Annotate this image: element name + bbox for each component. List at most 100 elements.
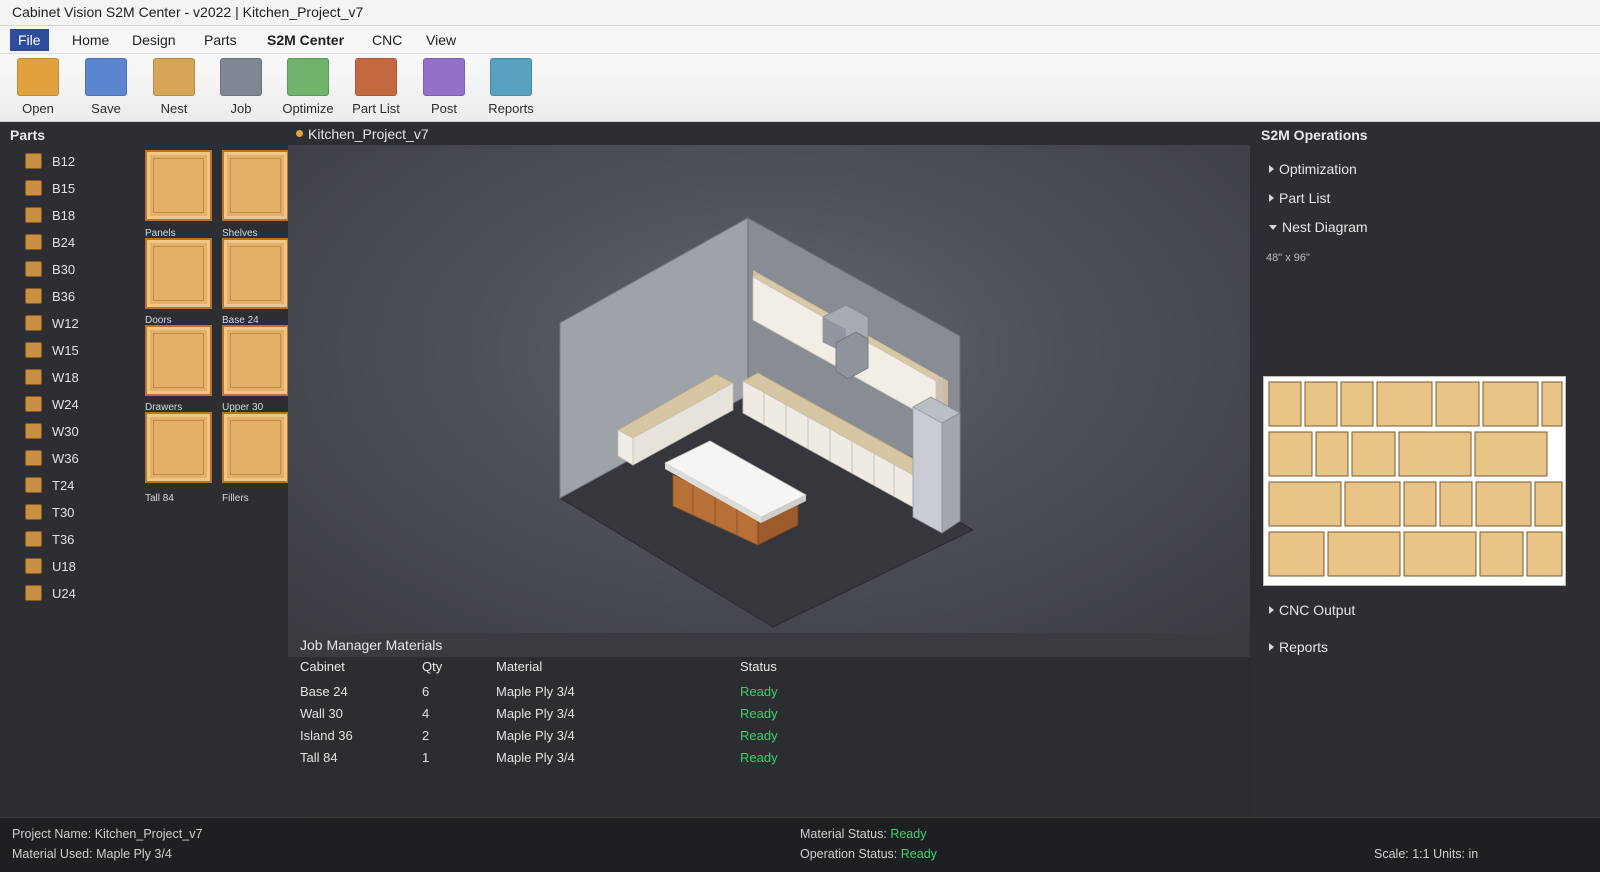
part-list-label: Part List	[352, 101, 400, 116]
post-button[interactable]: Post	[409, 58, 479, 116]
job-icon	[220, 58, 262, 96]
part-item-label: W12	[52, 316, 79, 331]
part-item-label: B12	[52, 154, 76, 169]
section-optimization[interactable]: Optimization	[1269, 161, 1357, 177]
material-status-label: Material Status:	[800, 827, 887, 841]
scale-units: Scale: 1:1 Units: in	[1374, 847, 1479, 861]
thumbnail-drawers[interactable]	[145, 325, 212, 396]
nest-button[interactable]: Nest	[139, 58, 209, 116]
menu-cnc[interactable]: CNC	[364, 29, 410, 51]
save-button[interactable]: Save	[71, 58, 141, 116]
cabinet-icon	[25, 207, 42, 223]
part-item-label: B15	[52, 181, 76, 196]
nest-diagram[interactable]	[1263, 376, 1566, 586]
cabinet-icon	[25, 261, 42, 277]
job-button[interactable]: Job	[206, 58, 276, 116]
cell-cabinet: Wall 30	[300, 706, 343, 721]
menu-parts[interactable]: Parts	[196, 29, 245, 51]
menu-view[interactable]: View	[418, 29, 464, 51]
cell-qty: 1	[422, 750, 430, 765]
open-button[interactable]: Open	[3, 58, 73, 116]
cabinet-icon	[25, 180, 42, 196]
cabinet-icon	[25, 450, 42, 466]
cell-cabinet: Island 36	[300, 728, 353, 743]
thumbnail-shelves[interactable]	[222, 150, 289, 221]
part-item-label: B18	[52, 208, 76, 223]
column-header-cabinet[interactable]: Cabinet	[300, 659, 345, 674]
menu-design[interactable]: Design	[124, 29, 184, 51]
cabinet-icon	[25, 396, 42, 412]
part-list-button[interactable]: Part List	[341, 58, 411, 116]
material-status: Material Status: Ready	[800, 827, 926, 841]
3d-viewport[interactable]	[288, 145, 1250, 633]
cabinet-icon	[25, 153, 42, 169]
thumbnail-doors[interactable]	[145, 238, 212, 309]
thumbnail-label: Fillers	[222, 493, 249, 504]
caret-down-icon	[1269, 225, 1277, 230]
section-reports[interactable]: Reports	[1269, 639, 1328, 655]
save-icon	[85, 58, 127, 96]
cabinet-icon	[25, 531, 42, 547]
cell-cabinet: Base 24	[300, 684, 348, 699]
menu-file[interactable]: File	[10, 29, 49, 51]
job-manager-title: Job Manager Materials	[288, 633, 1250, 657]
part-item-label: U18	[52, 559, 76, 574]
column-header-qty[interactable]: Qty	[422, 659, 442, 674]
reports-button[interactable]: Reports	[476, 58, 546, 116]
part-item-label: U24	[52, 586, 76, 601]
project-name-status: Project Name: Kitchen_Project_v7	[12, 827, 202, 841]
cell-qty: 2	[422, 728, 430, 743]
cell-qty: 4	[422, 706, 430, 721]
thumbnail-label: Tall 84	[145, 493, 174, 504]
operation-status-value: Ready	[900, 847, 937, 861]
material-used-value: Maple Ply 3/4	[96, 847, 172, 861]
part-list-icon	[355, 58, 397, 96]
open-label: Open	[22, 101, 54, 116]
part-item-label: W15	[52, 343, 79, 358]
cabinet-icon	[25, 315, 42, 331]
status-bar: Project Name: Kitchen_Project_v7 Materia…	[0, 817, 1600, 872]
part-item-label: W24	[52, 397, 79, 412]
viewport-tab[interactable]: Kitchen_Project_v7	[288, 123, 1250, 145]
cell-status: Ready	[740, 750, 778, 765]
optimize-icon	[287, 58, 329, 96]
operation-status: Operation Status: Ready	[800, 847, 937, 861]
nest-sheet-graphic	[1268, 381, 1563, 577]
cabinet-icon	[25, 234, 42, 250]
optimize-label: Optimize	[282, 101, 334, 116]
operation-status-label: Operation Status:	[800, 847, 898, 861]
caret-right-icon	[1269, 643, 1274, 651]
s2m-operations-title: S2M Operations	[1261, 127, 1368, 143]
menu-bar: File Home Design Parts S2M Center CNC Vi…	[0, 26, 1600, 54]
thumbnail-base-24[interactable]	[222, 238, 289, 309]
column-header-material[interactable]: Material	[496, 659, 542, 674]
optimize-button[interactable]: Optimize	[273, 58, 343, 116]
cell-material: Maple Ply 3/4	[496, 728, 575, 743]
parts-panel: Parts B12 B15 B18 B24 B30 B36 W12 W15 W1…	[0, 123, 289, 817]
section-label: Optimization	[1279, 161, 1357, 177]
s2m-operations-panel: S2M Operations Optimization Part List Ne…	[1251, 123, 1600, 817]
thumbnail-panels[interactable]	[145, 150, 212, 221]
nest-icon	[153, 58, 195, 96]
section-cnc-output[interactable]: CNC Output	[1269, 602, 1355, 618]
caret-right-icon	[1269, 606, 1274, 614]
section-part-list[interactable]: Part List	[1269, 190, 1330, 206]
cabinet-icon	[25, 423, 42, 439]
post-icon	[423, 58, 465, 96]
part-item-label: W36	[52, 451, 79, 466]
section-nest-diagram[interactable]: Nest Diagram	[1269, 219, 1368, 235]
cabinet-icon	[25, 585, 42, 601]
column-header-status[interactable]: Status	[740, 659, 777, 674]
thumbnail-tall-84[interactable]	[145, 412, 212, 483]
job-manager-panel: Job Manager Materials Cabinet Qty Materi…	[288, 633, 1250, 817]
thumbnail-upper-30[interactable]	[222, 325, 289, 396]
nest-label: Nest	[160, 101, 188, 116]
menu-s2m-center[interactable]: S2M Center	[259, 29, 352, 51]
menu-home[interactable]: Home	[64, 29, 117, 51]
cell-status: Ready	[740, 684, 778, 699]
material-used-status: Material Used: Maple Ply 3/4	[12, 847, 172, 861]
cell-material: Maple Ply 3/4	[496, 706, 575, 721]
thumbnail-fillers[interactable]	[222, 412, 289, 483]
save-label: Save	[91, 101, 121, 116]
cabinet-icon	[25, 504, 42, 520]
